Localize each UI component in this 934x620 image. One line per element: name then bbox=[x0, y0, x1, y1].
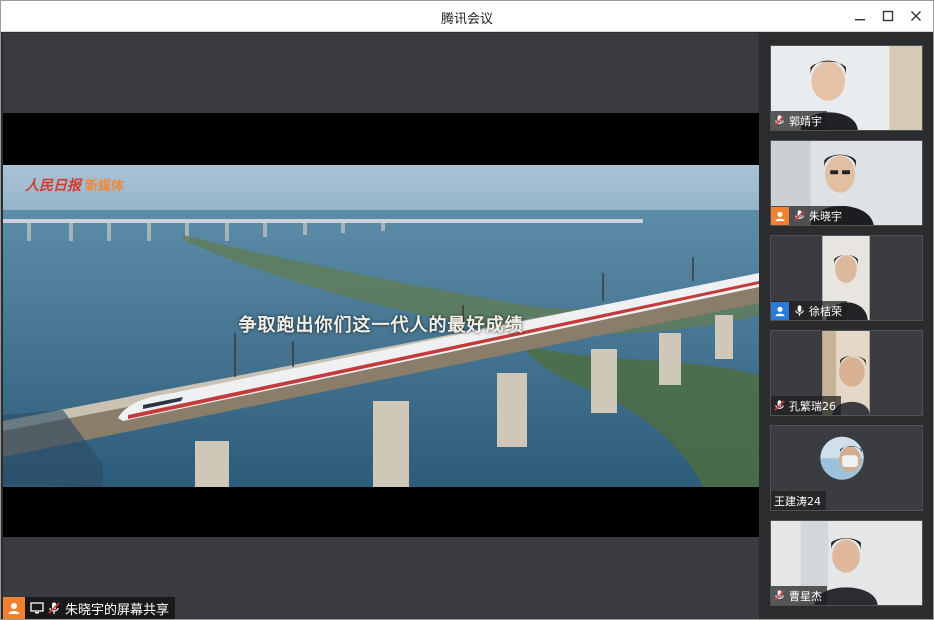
mic-muted-icon bbox=[771, 398, 787, 414]
meeting-window: 腾讯会议 人民日报 新媒体 争取跑出你们这一代人的最好成绩 朱晓宇的屏幕共享 郭… bbox=[0, 0, 934, 620]
participant-namebar: 孔繁瑞26 bbox=[771, 396, 841, 415]
screen-share-icon bbox=[29, 600, 45, 616]
participant-avatar bbox=[771, 206, 789, 225]
participant-name: 王建涛24 bbox=[774, 494, 821, 508]
shared-screen-stage[interactable]: 人民日报 新媒体 争取跑出你们这一代人的最好成绩 朱晓宇的屏幕共享 bbox=[3, 33, 759, 619]
mic-muted-icon bbox=[771, 588, 787, 604]
mic-icon bbox=[791, 303, 807, 319]
participant-namebar: 曹星杰 bbox=[771, 586, 827, 605]
participant-name: 曹星杰 bbox=[789, 589, 822, 603]
shared-video-frame: 人民日报 新媒体 争取跑出你们这一代人的最好成绩 bbox=[3, 165, 759, 487]
minimize-button[interactable] bbox=[849, 6, 871, 26]
participant-tile[interactable]: 王建涛24 bbox=[770, 425, 923, 511]
participant-name: 郭靖宇 bbox=[789, 114, 822, 128]
logo-sub-text: 新媒体 bbox=[85, 179, 125, 194]
participant-tile[interactable]: 曹星杰 bbox=[770, 520, 923, 606]
mic-muted-icon bbox=[791, 208, 807, 224]
participant-name: 孔繁瑞26 bbox=[789, 399, 836, 413]
sharer-avatar bbox=[3, 597, 25, 619]
maximize-button[interactable] bbox=[877, 6, 899, 26]
participant-panel[interactable]: 郭靖宇 朱晓宇 徐桔荣 孔繁瑞26 王建涛24 曹星杰 bbox=[761, 33, 933, 619]
participant-namebar: 朱晓宇 bbox=[771, 206, 847, 225]
maximize-icon bbox=[882, 10, 894, 22]
shared-screen[interactable]: 人民日报 新媒体 争取跑出你们这一代人的最好成绩 bbox=[3, 113, 759, 537]
screen-share-indicator[interactable]: 朱晓宇的屏幕共享 bbox=[3, 597, 176, 619]
user-icon bbox=[775, 211, 785, 221]
participant-name: 朱晓宇 bbox=[809, 209, 842, 223]
close-icon bbox=[911, 11, 921, 21]
screen-share-label: 朱晓宇的屏幕共享 bbox=[65, 602, 170, 618]
video-subtitle: 争取跑出你们这一代人的最好成绩 bbox=[238, 315, 524, 336]
mic-muted-icon bbox=[771, 113, 787, 129]
participant-name: 徐桔荣 bbox=[809, 304, 842, 318]
participant-namebar: 徐桔荣 bbox=[771, 301, 847, 320]
participant-avatar bbox=[771, 301, 789, 320]
user-icon bbox=[8, 603, 20, 614]
participant-namebar: 郭靖宇 bbox=[771, 111, 827, 130]
participant-tile[interactable]: 徐桔荣 bbox=[770, 235, 923, 321]
title-bar[interactable]: 腾讯会议 bbox=[1, 1, 933, 32]
participant-tile[interactable]: 郭靖宇 bbox=[770, 45, 923, 131]
participant-tile[interactable]: 朱晓宇 bbox=[770, 140, 923, 226]
minimize-icon bbox=[855, 19, 865, 21]
window-title: 腾讯会议 bbox=[440, 12, 493, 27]
participant-tile[interactable]: 孔繁瑞26 bbox=[770, 330, 923, 416]
participant-namebar: 王建涛24 bbox=[771, 491, 826, 510]
close-button[interactable] bbox=[905, 6, 927, 26]
user-icon bbox=[775, 306, 785, 316]
logo-main-text: 人民日报 bbox=[25, 178, 81, 194]
mic-muted-icon bbox=[46, 600, 62, 616]
channel-logo: 人民日报 新媒体 bbox=[25, 175, 124, 195]
